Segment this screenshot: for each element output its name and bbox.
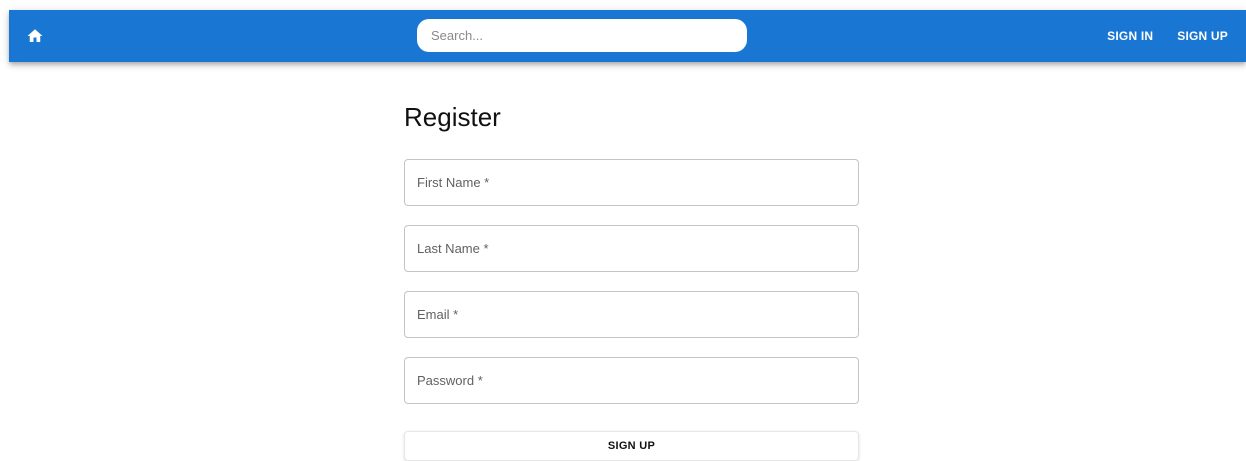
- password-label: Password *: [417, 373, 483, 388]
- home-button[interactable]: [23, 24, 47, 48]
- email-label: Email *: [417, 307, 459, 322]
- password-field[interactable]: Password *: [404, 357, 859, 404]
- sign-up-button[interactable]: SIGN UP: [404, 431, 859, 461]
- app-bar: SIGN IN SIGN UP: [9, 10, 1246, 62]
- sign-up-link[interactable]: SIGN UP: [1177, 29, 1228, 43]
- first-name-label: First Name *: [417, 175, 490, 190]
- page-title: Register: [404, 102, 501, 132]
- home-icon: [27, 29, 43, 42]
- nav-links: SIGN IN SIGN UP: [1107, 10, 1228, 62]
- last-name-label: Last Name *: [417, 241, 489, 256]
- email-field[interactable]: Email *: [404, 291, 859, 338]
- sign-in-link[interactable]: SIGN IN: [1107, 29, 1153, 43]
- first-name-field[interactable]: First Name *: [404, 159, 859, 206]
- last-name-field[interactable]: Last Name *: [404, 225, 859, 272]
- search-input[interactable]: [417, 19, 747, 52]
